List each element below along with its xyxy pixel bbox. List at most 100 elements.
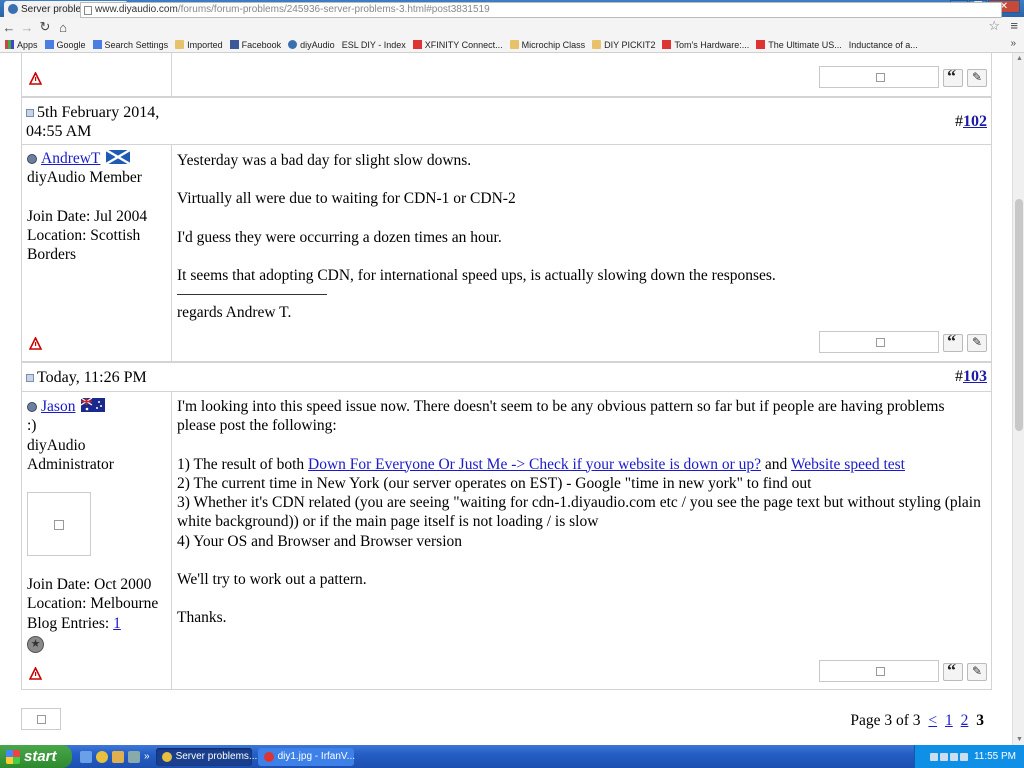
- chrome-icon: [161, 751, 172, 762]
- bookmark-item[interactable]: Imported: [175, 40, 223, 50]
- pagination-label: Page 3 of 3: [850, 712, 921, 729]
- post-body-102: AndrewT diyAudio Member Join Date: Jul 2…: [21, 145, 992, 362]
- taskbar-item-label: diy1.jpg - IrfanV...: [277, 751, 356, 762]
- search-icon[interactable]: [929, 752, 938, 761]
- broken-image-icon: [876, 73, 885, 82]
- volume-icon[interactable]: [939, 752, 948, 761]
- windows-logo-icon: [6, 749, 20, 764]
- message-paragraph: I'd guess they were occurring a dozen ti…: [177, 228, 502, 246]
- signature: regards Andrew T.: [177, 304, 292, 322]
- message-list-item: 1) The result of both Down For Everyone …: [177, 455, 987, 474]
- join-date: Join Date: Oct 2000: [27, 576, 152, 593]
- edit-post-button[interactable]: [967, 334, 987, 352]
- post-header-103: Today, 11:26 PM #103: [21, 362, 992, 392]
- post-date: 5th February 2014, 04:55 AM: [26, 103, 171, 141]
- bookmark-item[interactable]: Microchip Class: [509, 40, 585, 50]
- bookmark-item[interactable]: Google: [44, 40, 86, 50]
- bookmark-item[interactable]: Inductance of a...: [849, 40, 918, 50]
- bookmark-item[interactable]: The Ultimate US...: [756, 40, 842, 50]
- post-number-prefix: #: [955, 368, 963, 385]
- chrome-icon[interactable]: [96, 750, 108, 763]
- folder-icon[interactable]: [112, 750, 124, 763]
- home-icon[interactable]: ⌂: [54, 20, 72, 35]
- taskbar-item-irfanview[interactable]: diy1.jpg - IrfanV...: [257, 747, 356, 766]
- reload-icon[interactable]: ↻: [36, 19, 54, 35]
- user-avatar[interactable]: [27, 492, 91, 556]
- bookmark-item[interactable]: Facebook: [229, 40, 281, 50]
- username-link[interactable]: Jason: [41, 398, 75, 415]
- report-post-icon[interactable]: [29, 72, 42, 85]
- taskbar-item-chrome[interactable]: Server problems...: [155, 747, 257, 766]
- g-icon: [44, 40, 54, 49]
- report-post-icon[interactable]: [29, 667, 42, 680]
- bookmarks-overflow-icon[interactable]: »: [1010, 38, 1016, 49]
- post-permalink[interactable]: 102: [963, 113, 987, 130]
- message-list-item: 2) The current time in New York (our ser…: [177, 474, 812, 492]
- blog-entries: Blog Entries: 1: [27, 614, 169, 633]
- post-date-text: 5th February 2014, 04:55 AM: [26, 104, 160, 140]
- red-icon: [662, 40, 672, 49]
- scrollbar-thumb[interactable]: [1015, 199, 1023, 431]
- pagination-prev-link[interactable]: <: [928, 712, 937, 729]
- network-icon[interactable]: [949, 752, 958, 761]
- bookmark-item[interactable]: ESL DIY - Index: [342, 40, 406, 50]
- bookmark-label: Imported: [187, 39, 223, 50]
- bookmark-label: XFINITY Connect...: [424, 39, 503, 50]
- bookmark-item[interactable]: Tom's Hardware:...: [662, 40, 749, 50]
- url-host: www.diyaudio.com: [95, 4, 178, 15]
- forum-page: 5th February 2014, 04:55 AM #102 AndrewT…: [0, 53, 1012, 745]
- post-date-text: Today, 11:26 PM: [37, 369, 147, 386]
- bookmark-star-icon[interactable]: ☆: [988, 18, 1000, 34]
- scroll-down-icon[interactable]: ▼: [1016, 736, 1023, 743]
- back-arrow-icon[interactable]: ←: [0, 20, 18, 35]
- bookmark-label: Search Settings: [104, 39, 169, 50]
- edit-post-button[interactable]: [967, 663, 987, 681]
- fb-icon: [229, 40, 239, 49]
- app-icon[interactable]: [128, 750, 140, 763]
- username-link[interactable]: AndrewT: [41, 150, 100, 167]
- quote-button[interactable]: [943, 331, 963, 352]
- pagination-page-2[interactable]: 2: [961, 712, 969, 729]
- bookmark-item[interactable]: Search Settings: [92, 39, 169, 50]
- quote-button[interactable]: [943, 66, 963, 87]
- message-paragraph: I'm looking into this speed issue now. T…: [177, 398, 945, 435]
- post-permalink[interactable]: 103: [963, 368, 987, 385]
- bookmark-item[interactable]: DIY PICKIT2: [592, 40, 655, 50]
- downforeveryone-link[interactable]: Down For Everyone Or Just Me -> Check if…: [308, 456, 761, 473]
- post-message: I'm looking into this speed issue now. T…: [177, 397, 987, 628]
- scroll-up-icon[interactable]: ▲: [1016, 55, 1023, 62]
- windows-taskbar: start » Server problems... diy1.jpg - Ir…: [0, 745, 1024, 768]
- quick-launch: »: [80, 750, 150, 763]
- post-number: #102: [955, 113, 987, 131]
- url-path: /forums/forum-problems/245936-server-pro…: [177, 4, 490, 15]
- quote-button[interactable]: [943, 660, 963, 681]
- bookmark-item[interactable]: diyAudio: [288, 40, 335, 50]
- previous-post-footer: [21, 53, 992, 97]
- page-scrollbar[interactable]: ▲ ▼: [1012, 53, 1024, 745]
- pagination-page-1[interactable]: 1: [945, 712, 953, 729]
- forward-arrow-icon[interactable]: →: [18, 20, 36, 35]
- report-post-icon[interactable]: [29, 337, 42, 350]
- user-details: Join Date: Oct 2000 Location: Melbourne …: [27, 575, 169, 653]
- message-paragraph: We'll try to work out a pattern.: [177, 571, 367, 589]
- post-rating-image: [819, 331, 939, 353]
- bookmark-item[interactable]: Apps: [5, 40, 38, 50]
- message-paragraph: It seems that adopting CDN, for internat…: [177, 266, 776, 284]
- website-speed-test-link[interactable]: Website speed test: [791, 456, 905, 473]
- clock[interactable]: 11:55 PM: [974, 751, 1016, 762]
- start-button[interactable]: start: [0, 745, 72, 768]
- blog-entries-label: Blog Entries:: [27, 614, 114, 632]
- message-text: and: [761, 455, 791, 473]
- bookmark-item[interactable]: XFINITY Connect...: [412, 39, 503, 50]
- battery-icon[interactable]: [959, 752, 968, 761]
- bookmark-label: DIY PICKIT2: [604, 39, 656, 50]
- post-date: Today, 11:26 PM: [26, 368, 171, 387]
- menu-icon[interactable]: ≡: [1010, 18, 1018, 33]
- edit-post-button[interactable]: [967, 69, 987, 87]
- diyaudio-favicon-icon: [8, 4, 18, 14]
- blog-entries-link[interactable]: 1: [113, 615, 121, 632]
- address-bar[interactable]: www.diyaudio.com/forums/forum-problems/2…: [80, 2, 1002, 18]
- quick-launch-more-icon[interactable]: »: [144, 751, 150, 763]
- message-list-item: 4) Your OS and Browser and Browser versi…: [177, 532, 463, 550]
- show-desktop-icon[interactable]: [80, 750, 92, 763]
